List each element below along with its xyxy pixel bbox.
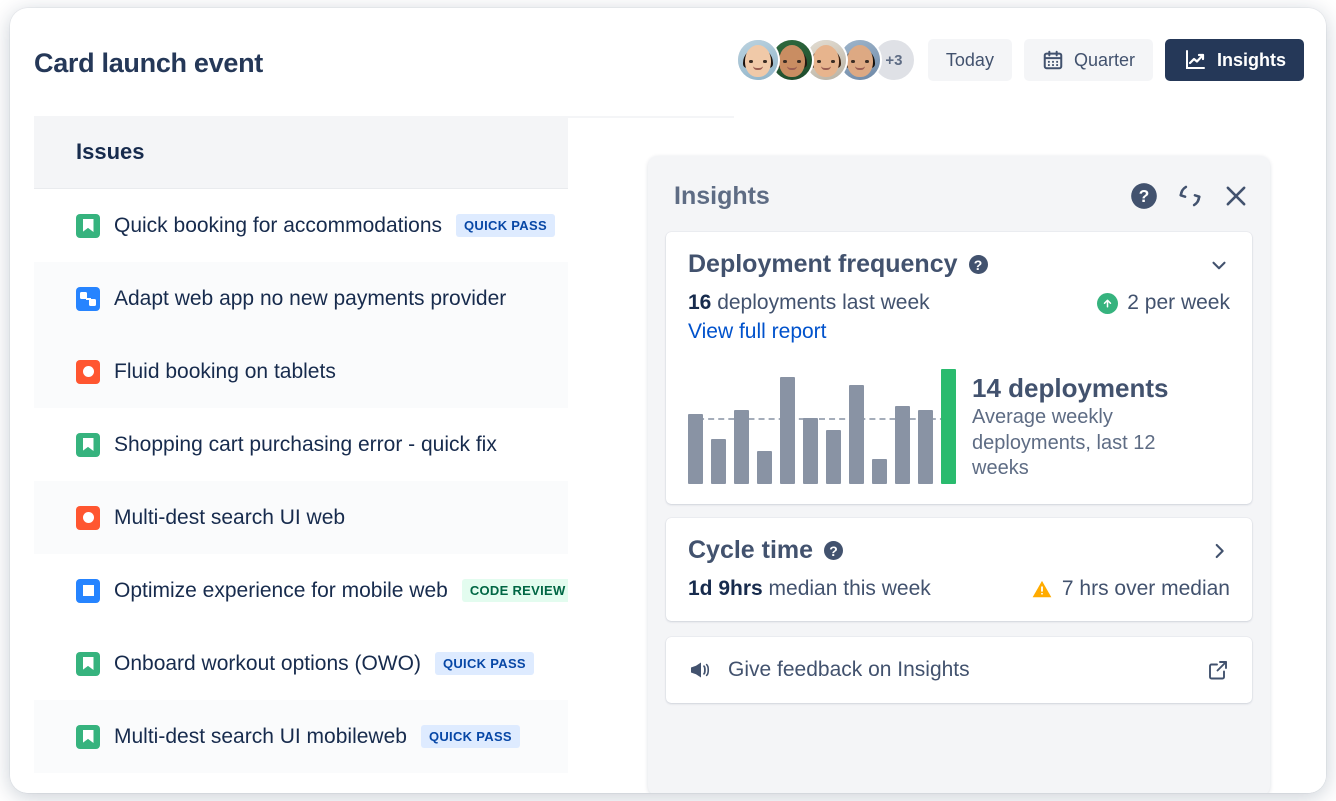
issue-type-story-icon [76, 433, 100, 457]
today-button[interactable]: Today [928, 39, 1012, 81]
issue-type-story-icon [76, 652, 100, 676]
chevron-right-icon[interactable] [1208, 540, 1230, 562]
issue-title: Quick booking for accommodations [114, 214, 442, 238]
cycle-time-stat-value: 1d 9hrs [688, 577, 763, 600]
svg-text:?: ? [1139, 186, 1150, 206]
issue-title: Adapt web app no new payments provider [114, 287, 506, 311]
chart-bar [803, 418, 818, 484]
deployment-stat-label: deployments last week [711, 291, 929, 314]
chart-bar [734, 410, 749, 484]
arrow-up-icon [1097, 293, 1118, 314]
deployment-card-header: Deployment frequency ? [688, 250, 1230, 279]
chart-bar [849, 385, 864, 484]
feedback-label: Give feedback on Insights [728, 658, 970, 682]
deployment-title-group: Deployment frequency ? [688, 250, 988, 279]
page-title: Card launch event [34, 48, 263, 79]
megaphone-icon [688, 658, 712, 682]
insights-overlay: Insights ? [568, 118, 1326, 793]
chart-legend-description: Average weekly deployments, last 12 week… [972, 405, 1202, 482]
deployment-stat: 16 deployments last week [688, 291, 930, 315]
insights-chart-icon [1183, 48, 1207, 72]
issue-title: Shopping cart purchasing error - quick f… [114, 433, 497, 457]
deployment-chart-wrap: 14 deployments Average weekly deployment… [688, 360, 1230, 484]
issue-title: Onboard workout options (OWO) [114, 652, 421, 676]
cycle-time-stat-label: median this week [763, 577, 931, 600]
feedback-left: Give feedback on Insights [688, 658, 970, 682]
issue-title: Multi-dest search UI mobileweb [114, 725, 407, 749]
cycle-time-card-title: Cycle time [688, 536, 813, 565]
close-icon[interactable] [1222, 182, 1250, 210]
deployment-bar-chart [688, 360, 956, 484]
issue-type-bug-icon [76, 506, 100, 530]
chart-bar [688, 414, 703, 484]
board-area: Issues Quick booking for accommodations … [10, 108, 1326, 793]
view-full-report-link[interactable]: View full report [688, 320, 1230, 344]
deployment-trend-value: 2 per week [1127, 291, 1230, 315]
cycle-time-title-group: Cycle time ? [688, 536, 843, 565]
give-feedback-row[interactable]: Give feedback on Insights [666, 637, 1252, 703]
chart-bar [918, 410, 933, 484]
help-icon[interactable]: ? [1130, 182, 1158, 210]
top-bar: Card launch event [10, 8, 1326, 108]
issue-type-epic-icon [76, 579, 100, 603]
deployment-stat-value: 16 [688, 291, 711, 314]
chart-bar [757, 451, 772, 484]
cycle-time-warning: 7 hrs over median [1031, 577, 1230, 601]
status-badge: QUICK PASS [435, 652, 534, 675]
chart-legend: 14 deployments Average weekly deployment… [972, 374, 1202, 484]
status-badge: CODE REVIEW [462, 579, 574, 602]
quarter-button[interactable]: Quarter [1024, 39, 1153, 81]
insights-button[interactable]: Insights [1165, 39, 1304, 81]
deployment-trend: 2 per week [1097, 291, 1230, 315]
top-actions: +3 Today [736, 38, 1304, 82]
external-link-icon[interactable] [1206, 658, 1230, 682]
insights-panel-title: Insights [674, 182, 770, 211]
refresh-icon[interactable] [1176, 182, 1204, 210]
status-badge: QUICK PASS [421, 725, 520, 748]
quarter-button-label: Quarter [1074, 50, 1135, 71]
issue-type-bug-icon [76, 360, 100, 384]
help-icon[interactable]: ? [969, 255, 988, 274]
deployment-card-title: Deployment frequency [688, 250, 958, 279]
cycle-time-warning-value: 7 hrs over median [1062, 577, 1230, 601]
chart-bars [688, 360, 956, 484]
help-icon[interactable]: ? [824, 541, 843, 560]
insights-panel: Insights ? [648, 156, 1270, 793]
insights-panel-icons: ? [1130, 182, 1250, 210]
app-window: Card launch event [10, 8, 1326, 793]
avatar[interactable] [736, 38, 780, 82]
chart-bar [895, 406, 910, 484]
chart-bar [872, 459, 887, 484]
chevron-down-icon[interactable] [1208, 254, 1230, 276]
insights-button-label: Insights [1217, 50, 1286, 71]
issue-title: Fluid booking on tablets [114, 360, 336, 384]
cycle-time-stats: 1d 9hrs median this week 7 hrs over med [688, 577, 1230, 601]
insights-panel-header: Insights ? [666, 174, 1252, 218]
deployment-stats: 16 deployments last week 2 per week [688, 291, 1230, 315]
cycle-time-stat: 1d 9hrs median this week [688, 577, 931, 601]
status-badge: QUICK PASS [456, 214, 555, 237]
cycle-time-card-header: Cycle time ? [688, 536, 1230, 565]
warning-triangle-icon [1031, 578, 1053, 600]
issue-title: Optimize experience for mobile web [114, 579, 448, 603]
issues-column-title: Issues [76, 139, 145, 165]
issue-type-story-icon [76, 214, 100, 238]
chart-bar [826, 430, 841, 484]
issue-type-task-icon [76, 287, 100, 311]
chart-legend-value: 14 deployments [972, 374, 1202, 403]
today-button-label: Today [946, 50, 994, 71]
issue-type-story-icon [76, 725, 100, 749]
chart-bar-highlight [941, 369, 956, 484]
cycle-time-card[interactable]: Cycle time ? 1d 9hrs median this week [666, 518, 1252, 621]
chart-bar [711, 439, 726, 484]
avatar-group[interactable]: +3 [736, 38, 916, 82]
calendar-icon [1042, 49, 1064, 71]
chart-bar [780, 377, 795, 484]
deployment-frequency-card[interactable]: Deployment frequency ? 16 deployments la… [666, 232, 1252, 504]
issue-title: Multi-dest search UI web [114, 506, 345, 530]
